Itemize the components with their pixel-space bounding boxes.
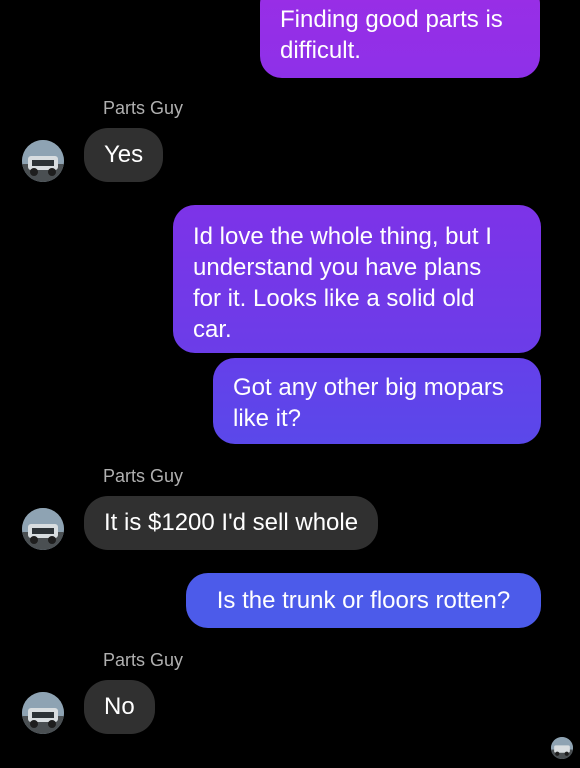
incoming-message-bubble[interactable]: Yes (84, 128, 164, 182)
outgoing-message-bubble[interactable]: Got any other big mopars like it? (213, 358, 541, 444)
outgoing-message-bubble[interactable]: Is the trunk or floors rotten? (186, 573, 541, 628)
outgoing-message-bubble[interactable]: Finding good parts is difficult. (260, 0, 540, 78)
contact-avatar-icon[interactable] (22, 508, 64, 550)
contact-photo-icon (22, 140, 64, 182)
outgoing-message-bubble[interactable]: Id love the whole thing, but I understan… (173, 205, 541, 353)
contact-avatar-icon[interactable] (22, 692, 64, 734)
contact-avatar-icon[interactable] (22, 140, 64, 182)
sender-name: Parts Guy (103, 650, 184, 670)
contact-photo-icon (22, 692, 64, 734)
read-receipt-icon (551, 737, 573, 759)
sender-name: Parts Guy (103, 466, 184, 486)
incoming-message-bubble[interactable]: No (84, 680, 155, 734)
sender-name: Parts Guy (103, 98, 184, 118)
seen-avatar-icon (551, 737, 573, 759)
incoming-message-bubble[interactable]: It is $1200 I'd sell whole (84, 496, 379, 550)
contact-photo-icon (22, 508, 64, 550)
